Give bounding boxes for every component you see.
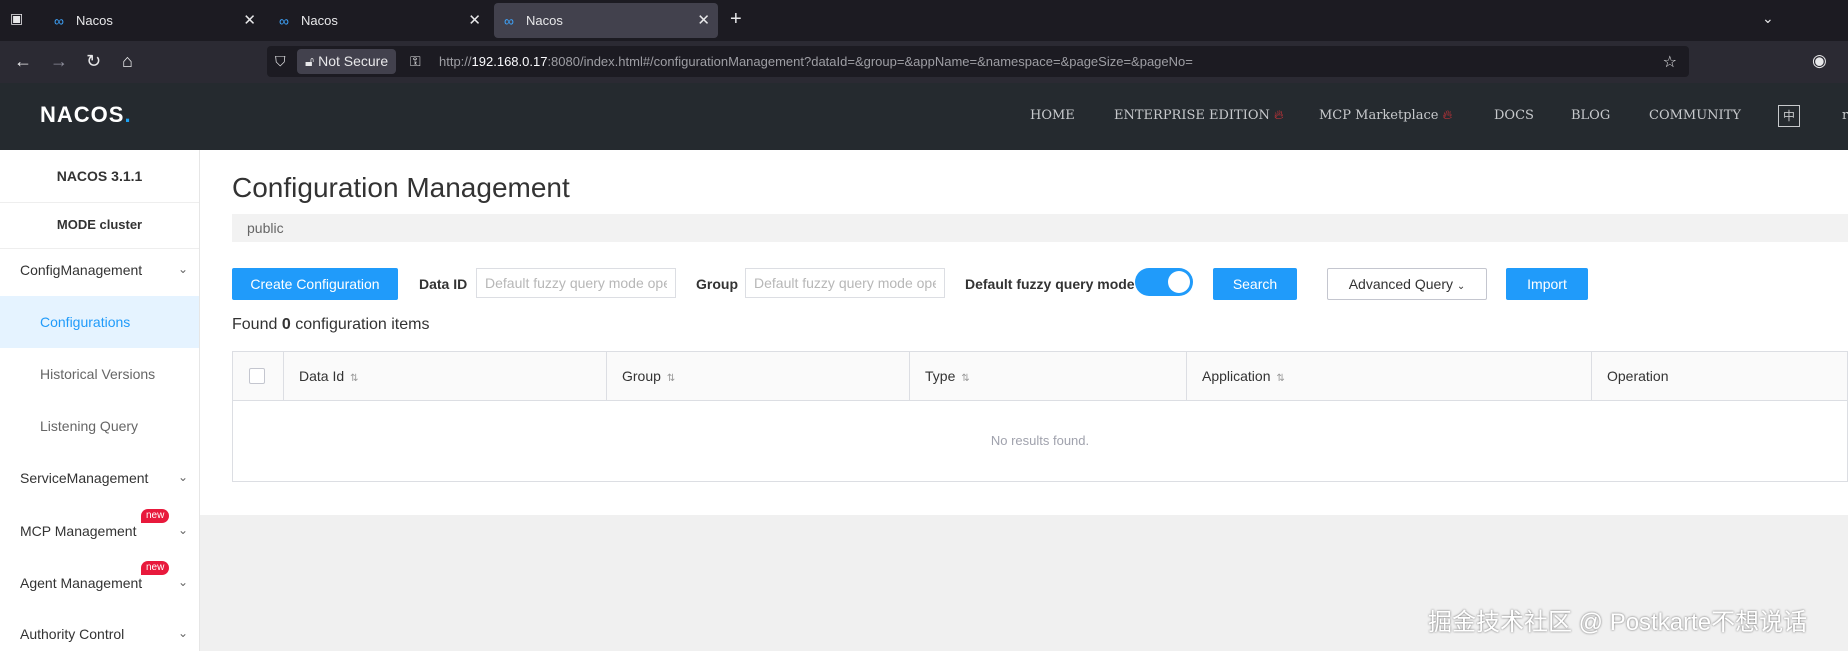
nacos-header: NACOS. HOME ENTERPRISE EDITION 🔥︎ MCP Ma…: [0, 83, 1848, 150]
namespace-bar: public: [232, 214, 1848, 242]
insecure-lock-icon: 🔓︎: [305, 53, 315, 69]
list-all-tabs-chevron-icon[interactable]: ⌄: [1762, 10, 1774, 27]
toggle-knob: [1168, 271, 1190, 293]
site-security-indicator[interactable]: 🔓︎ Not Secure: [297, 49, 397, 74]
fuzzy-query-mode-label: Default fuzzy query mode: [965, 276, 1135, 292]
fuzzy-query-toggle[interactable]: [1135, 268, 1193, 296]
tab-title: Nacos: [301, 13, 338, 28]
column-data-id[interactable]: Data Id ⇅: [283, 352, 607, 400]
nav-blog[interactable]: BLOG: [1571, 108, 1610, 123]
advanced-query-button[interactable]: Advanced Query ⌄: [1327, 268, 1487, 300]
nacos-favicon-icon: ∞: [279, 13, 289, 29]
sidebar-item-historical-versions[interactable]: Historical Versions: [0, 348, 199, 400]
new-badge: new: [141, 561, 170, 575]
bookmark-star-icon[interactable]: ☆: [1663, 52, 1677, 72]
url-path: :8080/index.html#/configurationManagemen…: [547, 54, 1193, 69]
group-label: Group: [696, 276, 738, 292]
result-count: Found 0 configuration items: [232, 316, 430, 333]
sidebar-group-agent-management[interactable]: Agent Management new ⌄: [20, 561, 188, 591]
not-secure-label: Not Secure: [318, 53, 389, 69]
sort-icon[interactable]: ⇅: [350, 373, 358, 384]
data-id-input[interactable]: [476, 268, 676, 298]
group-input[interactable]: [745, 268, 945, 298]
select-all-checkbox[interactable]: [249, 368, 265, 384]
chevron-down-icon: ⌄: [178, 470, 189, 484]
version-label: NACOS 3.1.1: [0, 150, 199, 203]
sort-icon[interactable]: ⇅: [961, 373, 969, 384]
column-operation: Operation: [1591, 352, 1847, 400]
reload-icon[interactable]: ↻: [86, 51, 101, 72]
sidebar: NACOS 3.1.1 MODE cluster ConfigManagemen…: [0, 150, 200, 651]
chevron-down-icon: ⌄: [178, 626, 189, 640]
tab-title: Nacos: [76, 13, 113, 28]
main-content: Configuration Management public Create C…: [200, 150, 1848, 515]
config-table: Data Id ⇅ Group ⇅ Type ⇅ Application ⇅ Opera…: [232, 351, 1848, 482]
empty-state: No results found.: [990, 433, 1090, 448]
language-toggle[interactable]: 中: [1778, 105, 1800, 127]
browser-tab-bar: ▣ ∞ Nacos ✕ ∞ Nacos ✕ ∞ Nacos ✕ + ⌄: [0, 0, 1848, 41]
sidebar-item-configurations[interactable]: Configurations: [0, 296, 199, 348]
column-group[interactable]: Group ⇅: [606, 352, 909, 400]
home-icon[interactable]: ⌂: [122, 51, 133, 72]
close-tab-icon[interactable]: ✕: [468, 11, 481, 29]
url-prefix: http://: [439, 54, 472, 69]
browser-tab-1[interactable]: ∞ Nacos ✕: [44, 3, 264, 38]
chevron-down-icon: ⌄: [178, 523, 189, 537]
sort-icon[interactable]: ⇅: [1277, 373, 1285, 384]
key-icon[interactable]: ⚿: [410, 53, 421, 70]
fire-icon: 🔥︎: [1442, 108, 1453, 123]
sidebar-group-mcp-management[interactable]: MCP Management new ⌄: [20, 509, 188, 539]
forward-arrow-icon[interactable]: →: [50, 51, 68, 72]
column-type[interactable]: Type ⇅: [909, 352, 1186, 400]
search-button[interactable]: Search: [1213, 268, 1297, 300]
nav-enterprise-edition[interactable]: ENTERPRISE EDITION 🔥︎: [1114, 108, 1284, 123]
import-button[interactable]: Import: [1506, 268, 1588, 300]
nav-community[interactable]: COMMUNITY: [1649, 108, 1741, 123]
column-application[interactable]: Application ⇅: [1186, 352, 1591, 400]
sidebar-group-service-management[interactable]: ServiceManagement ⌄: [20, 470, 188, 486]
tracking-shield-icon[interactable]: ⛉: [275, 53, 286, 70]
tab-overview-icon[interactable]: ▣: [10, 10, 30, 30]
table-header: Data Id ⇅ Group ⇅ Type ⇅ Application ⇅ Opera…: [233, 352, 1847, 401]
sidebar-group-authority-control[interactable]: Authority Control ⌄: [20, 626, 188, 642]
page-title: Configuration Management: [232, 172, 570, 203]
url-host: 192.168.0.17: [471, 54, 548, 69]
new-tab-plus-icon[interactable]: +: [730, 8, 742, 31]
nav-docs[interactable]: DOCS: [1494, 108, 1534, 123]
nav-mcp-marketplace[interactable]: MCP Marketplace 🔥︎: [1319, 108, 1452, 123]
nav-cutoff-item[interactable]: r: [1842, 108, 1848, 123]
close-tab-icon[interactable]: ✕: [243, 11, 256, 29]
nacos-favicon-icon: ∞: [54, 13, 64, 29]
nacos-logo[interactable]: NACOS.: [40, 102, 132, 128]
url-text[interactable]: http://192.168.0.17:8080/index.html#/con…: [439, 54, 1193, 69]
mode-label: MODE cluster: [0, 202, 199, 249]
sort-icon[interactable]: ⇅: [667, 373, 675, 384]
sidebar-item-listening-query[interactable]: Listening Query: [0, 400, 199, 452]
account-icon[interactable]: ◉: [1812, 51, 1827, 71]
watermark: 掘金技术社区 @ Postkarte不想说话: [1428, 609, 1808, 636]
fire-icon: 🔥︎: [1274, 108, 1284, 123]
browser-nav-bar: ← → ↻ ⌂ ⛉ 🔓︎ Not Secure ⚿ http://192.168.…: [0, 41, 1848, 83]
back-arrow-icon[interactable]: ←: [14, 51, 32, 72]
close-tab-icon[interactable]: ✕: [697, 11, 710, 29]
namespace-public[interactable]: public: [247, 220, 284, 236]
new-badge: new: [141, 509, 170, 523]
result-count-number: 0: [281, 316, 291, 333]
browser-tab-3-active[interactable]: ∞ Nacos ✕: [494, 3, 718, 38]
chevron-down-icon: ⌄: [178, 262, 189, 276]
nav-home[interactable]: HOME: [1030, 108, 1075, 123]
browser-tab-2[interactable]: ∞ Nacos ✕: [269, 3, 489, 38]
nacos-favicon-icon: ∞: [504, 13, 514, 29]
tab-title: Nacos: [526, 13, 563, 28]
chevron-down-icon: ⌄: [1456, 281, 1466, 292]
data-id-label: Data ID: [419, 276, 468, 292]
create-configuration-button[interactable]: Create Configuration: [232, 268, 398, 300]
sidebar-group-config-management[interactable]: ConfigManagement ⌄: [20, 262, 188, 278]
address-bar[interactable]: ⛉ 🔓︎ Not Secure ⚿ http://192.168.0.17:808…: [267, 46, 1689, 77]
chevron-down-icon: ⌄: [178, 575, 189, 589]
